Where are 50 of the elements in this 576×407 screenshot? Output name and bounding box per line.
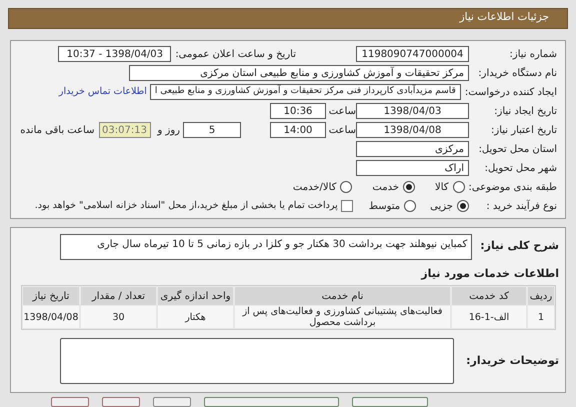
- field-label: خدمت: [371, 180, 399, 194]
- field-label: توضیحات خریدار:: [465, 354, 559, 367]
- remaining-time-field: 03:07:13: [98, 122, 150, 138]
- days-field: 5: [183, 122, 241, 138]
- column-header: کد خدمت: [452, 287, 526, 305]
- table-cell: 30: [81, 306, 156, 328]
- field-label: نام دستگاه خریدار:: [477, 66, 557, 80]
- field-label: طبقه بندی موضوعی:: [468, 180, 557, 194]
- field-label: تاریخ اعتبار نیاز:: [490, 124, 557, 138]
- field-label: روز و: [156, 124, 180, 136]
- section-title: اطلاعات خدمات مورد نیاز: [420, 266, 559, 282]
- need-number-field: 1198090747000004: [356, 46, 469, 62]
- field-label: شماره نیاز:: [508, 48, 557, 62]
- column-header: واحد اندازه گیری: [158, 287, 233, 305]
- field-label: تاریخ و ساعت اعلان عمومی:: [174, 48, 296, 62]
- validity-time-field: 14:00: [270, 122, 326, 138]
- table-cell: فعالیت‌های پشتیبانی کشاورزی و فعالیت‌های پس از برداشت محصول: [235, 306, 450, 328]
- field-label: پرداخت تمام یا بخشی از مبلغ خرید،از محل "اسناد خزانه اسلامی" خواهد بود.: [34, 198, 338, 213]
- column-header: تعداد / مقدار: [81, 287, 156, 305]
- table-cell: هکتار: [158, 306, 233, 328]
- field-label: متوسط: [368, 200, 400, 214]
- field-label: شهر محل تحویل:: [484, 162, 557, 176]
- field-label: کالا/خدمت: [292, 180, 336, 194]
- field-label: ساعت باقی مانده: [19, 124, 94, 136]
- field-label: جزیی: [429, 200, 453, 214]
- column-header: تاریخ نیاز: [23, 287, 79, 305]
- buyer-contact-link[interactable]: اطلاعات تماس خریدار: [58, 84, 147, 100]
- field-label: ایجاد کننده درخواست:: [464, 86, 557, 100]
- page-title: جزئیات اطلاعات نیاز: [460, 10, 549, 26]
- requester-field: قاسم مزیدآبادی کارپرداز فنی مرکز تحقیقات و آموزش کشاورزی و منابع طبیعی ا: [150, 84, 461, 100]
- field-label: ساعت: [328, 124, 356, 136]
- field-label: نوع فرآیند خرید :: [485, 198, 557, 214]
- province-field: مرکزی: [356, 141, 469, 157]
- city-field: اراک: [356, 160, 469, 176]
- field-label: کالا: [434, 180, 449, 194]
- buyer-field: مرکز تحقیقات و آموزش کشاورزی و منابع طبیعی استان مرکزی: [129, 65, 469, 81]
- table-cell: الف-1-16: [452, 306, 526, 328]
- announce-date-field: 1398/04/03 - 10:37: [58, 46, 172, 62]
- table-cell: 1398/04/08: [23, 306, 79, 328]
- description-field: کمباین نیوهلند جهت برداشت 30 هکتار جو و کلزا در بازه زمانی 5 تا 10 تیرماه سال جاری: [60, 234, 472, 260]
- created-date-field: 1398/04/03: [356, 103, 469, 119]
- column-header: نام خدمت: [235, 287, 450, 305]
- table-cell: 1: [528, 306, 554, 328]
- field-label: ساعت: [328, 106, 356, 116]
- validity-date-field: 1398/04/08: [356, 122, 469, 138]
- field-label: تاریخ ایجاد نیاز:: [493, 104, 557, 118]
- field-label: شرح کلی نیاز:: [479, 239, 559, 252]
- created-time-field: 10:36: [270, 103, 326, 119]
- field-label: استان محل تحویل:: [478, 142, 557, 156]
- column-header: ردیف: [528, 287, 554, 305]
